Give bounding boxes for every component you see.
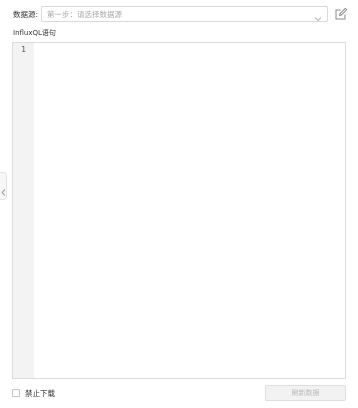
sidebar-collapse-handle[interactable]: [0, 172, 7, 200]
line-number-gutter: 1: [13, 43, 34, 378]
datasource-placeholder: 第一步：请选择数据源: [47, 10, 122, 19]
chevron-left-icon: [1, 182, 6, 196]
query-label: InfluxQL语句: [13, 29, 56, 37]
datasource-select[interactable]: 第一步：请选择数据源: [41, 6, 328, 22]
query-panel: 数据源: 第一步：请选择数据源 InfluxQL语句 1 禁止下载 刷新数据: [0, 0, 358, 408]
edit-datasource-button[interactable]: [334, 7, 348, 21]
query-editor[interactable]: 1: [12, 42, 346, 379]
refresh-data-button[interactable]: 刷新数据: [265, 385, 346, 401]
edit-icon: [334, 7, 348, 21]
chevron-down-icon: [313, 9, 323, 22]
code-input-area[interactable]: [34, 43, 345, 378]
disable-download-checkbox[interactable]: [12, 389, 20, 397]
datasource-label: 数据源:: [13, 10, 39, 19]
line-number: 1: [21, 45, 26, 54]
disable-download-label[interactable]: 禁止下载: [25, 388, 55, 399]
